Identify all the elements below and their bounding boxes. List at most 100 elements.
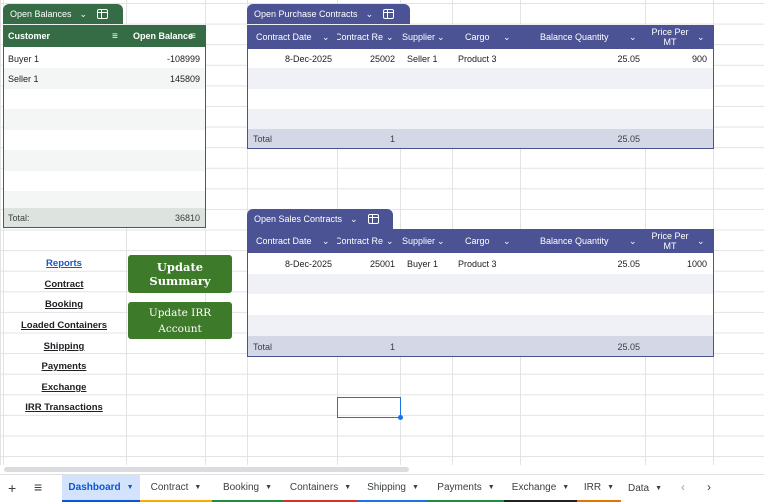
table-icon[interactable] (383, 9, 395, 19)
tab-containers[interactable]: Containers ▼ (283, 475, 358, 502)
chevron-down-icon[interactable]: ⌄ (697, 32, 705, 43)
chevron-down-icon[interactable]: ▼ (412, 484, 419, 491)
link-irr-transactions[interactable]: IRR Transactions (4, 402, 124, 413)
open-purchase-contracts-tab[interactable]: Open Purchase Contracts ⌄ (247, 4, 410, 24)
chevron-down-icon[interactable]: ⌄ (437, 236, 445, 247)
chevron-down-icon[interactable]: ▼ (194, 484, 201, 491)
customer-column-header[interactable]: Customer (8, 31, 50, 41)
tab-shipping[interactable]: Shipping ▼ (358, 475, 428, 502)
chevron-down-icon[interactable]: ⌄ (386, 32, 394, 43)
link-exchange[interactable]: Exchange (4, 382, 124, 393)
fill-handle[interactable] (398, 415, 403, 420)
table-icon[interactable] (97, 9, 109, 19)
price-per-mt-header[interactable]: Price Per MT (647, 27, 693, 47)
chevron-down-icon[interactable]: ▼ (265, 484, 272, 491)
sales-total-ref: 1 (389, 342, 395, 352)
purchase-price-cell[interactable]: 900 (650, 54, 707, 64)
contract-ref-header[interactable]: Contract Re (337, 32, 383, 42)
scroll-tabs-right-icon[interactable]: › (707, 480, 711, 494)
chevron-down-icon[interactable]: ⌄ (350, 214, 358, 225)
chevron-down-icon[interactable]: ▼ (488, 484, 495, 491)
link-shipping[interactable]: Shipping (4, 341, 124, 352)
open-balances-tab[interactable]: Open Balances ⌄ (3, 4, 123, 24)
sales-total-row (248, 336, 713, 356)
update-irr-account-button[interactable]: Update IRR Account (128, 302, 232, 339)
balance-customer-cell[interactable]: Buyer 1 (8, 54, 39, 64)
chevron-down-icon[interactable]: ▼ (655, 485, 662, 492)
purchase-qty-cell[interactable]: 25.05 (560, 54, 640, 64)
cargo-header[interactable]: Cargo (465, 32, 490, 42)
chevron-down-icon[interactable]: ⌄ (322, 236, 330, 247)
all-sheets-icon[interactable]: ≡ (34, 479, 42, 495)
contract-ref-header[interactable]: Contract Re (337, 236, 383, 246)
chevron-down-icon[interactable]: ▼ (562, 484, 569, 491)
filter-icon[interactable]: ≡ (112, 31, 118, 42)
balances-total-value: 36810 (174, 213, 200, 223)
purchase-row-stripe (248, 68, 713, 89)
sales-qty-cell[interactable]: 25.05 (560, 259, 640, 269)
chevron-down-icon[interactable]: ⌄ (80, 9, 88, 20)
chevron-down-icon[interactable]: ⌄ (697, 236, 705, 247)
update-summary-button[interactable]: Update Summary (128, 255, 232, 293)
tab-data[interactable]: Data ▼ (621, 475, 669, 502)
link-contract[interactable]: Contract (4, 279, 124, 290)
tab-shipping-label: Shipping (367, 482, 406, 493)
horizontal-scrollbar[interactable] (4, 467, 409, 472)
sales-total-label: Total (253, 342, 273, 352)
spreadsheet-grid[interactable]: Open Balances ⌄ Customer ≡ Open Balance … (0, 0, 764, 465)
link-booking[interactable]: Booking (4, 299, 124, 310)
tab-irr[interactable]: IRR ▼ (577, 475, 621, 502)
supplier-header[interactable]: Supplier (402, 236, 435, 246)
tab-payments[interactable]: Payments ▼ (428, 475, 504, 502)
sales-ref-cell[interactable]: 25001 (340, 259, 395, 269)
purchase-supplier-cell[interactable]: Seller 1 (407, 54, 438, 64)
sales-cargo-cell[interactable]: Product 3 (458, 259, 497, 269)
link-reports[interactable]: Reports (4, 258, 124, 269)
tab-dashboard[interactable]: Dashboard ▼ (62, 475, 140, 502)
sales-price-cell[interactable]: 1000 (650, 259, 707, 269)
chevron-down-icon[interactable]: ⌄ (322, 32, 330, 43)
scroll-tabs-left-icon[interactable]: ‹ (681, 480, 685, 494)
link-loaded-containers[interactable]: Loaded Containers (4, 320, 124, 331)
purchase-tab-label: Open Purchase Contracts (254, 9, 358, 19)
chevron-down-icon[interactable]: ▼ (607, 484, 614, 491)
tab-exchange-label: Exchange (511, 482, 557, 493)
chevron-down-icon[interactable]: ⌄ (503, 32, 511, 43)
supplier-header[interactable]: Supplier (402, 32, 435, 42)
link-payments[interactable]: Payments (4, 361, 124, 372)
chevron-down-icon[interactable]: ⌄ (629, 236, 637, 247)
tab-exchange[interactable]: Exchange ▼ (504, 475, 577, 502)
chevron-down-icon[interactable]: ⌄ (503, 236, 511, 247)
tab-payments-label: Payments (437, 482, 482, 493)
purchase-cargo-cell[interactable]: Product 3 (458, 54, 497, 64)
purchase-date-cell[interactable]: 8-Dec-2025 (250, 54, 332, 64)
contract-date-header[interactable]: Contract Date (256, 236, 312, 246)
tab-contract[interactable]: Contract ▼ (140, 475, 212, 502)
chevron-down-icon[interactable]: ⌄ (437, 32, 445, 43)
balance-value-cell[interactable]: -108999 (130, 54, 200, 64)
balance-quantity-header[interactable]: Balance Quantity (540, 236, 609, 246)
tab-booking[interactable]: Booking ▼ (212, 475, 283, 502)
cargo-header[interactable]: Cargo (465, 236, 490, 246)
chevron-down-icon[interactable]: ▼ (127, 484, 134, 491)
contract-date-header[interactable]: Contract Date (256, 32, 312, 42)
balance-customer-cell[interactable]: Seller 1 (8, 74, 39, 84)
chevron-down-icon[interactable]: ⌄ (386, 236, 394, 247)
add-sheet-icon[interactable]: + (8, 480, 16, 496)
filter-icon[interactable]: ≡ (190, 31, 196, 42)
open-sales-contracts-tab[interactable]: Open Sales Contracts ⌄ (247, 209, 393, 229)
open-balances-tab-label: Open Balances (10, 9, 72, 19)
sales-date-cell[interactable]: 8-Dec-2025 (250, 259, 332, 269)
table-icon[interactable] (367, 214, 379, 224)
sales-buyer-cell[interactable]: Buyer 1 (407, 259, 438, 269)
chevron-down-icon[interactable]: ⌄ (629, 32, 637, 43)
chevron-down-icon[interactable]: ⌄ (366, 9, 374, 20)
balance-quantity-header[interactable]: Balance Quantity (540, 32, 609, 42)
purchase-ref-cell[interactable]: 25002 (340, 54, 395, 64)
price-per-mt-header[interactable]: Price Per MT (647, 231, 693, 251)
chevron-down-icon[interactable]: ▼ (344, 484, 351, 491)
open-balance-column-header[interactable]: Open Balance (133, 31, 193, 41)
balance-value-cell[interactable]: 145809 (130, 74, 200, 84)
selected-cell[interactable] (337, 397, 401, 418)
purchase-row-stripe (248, 109, 713, 129)
